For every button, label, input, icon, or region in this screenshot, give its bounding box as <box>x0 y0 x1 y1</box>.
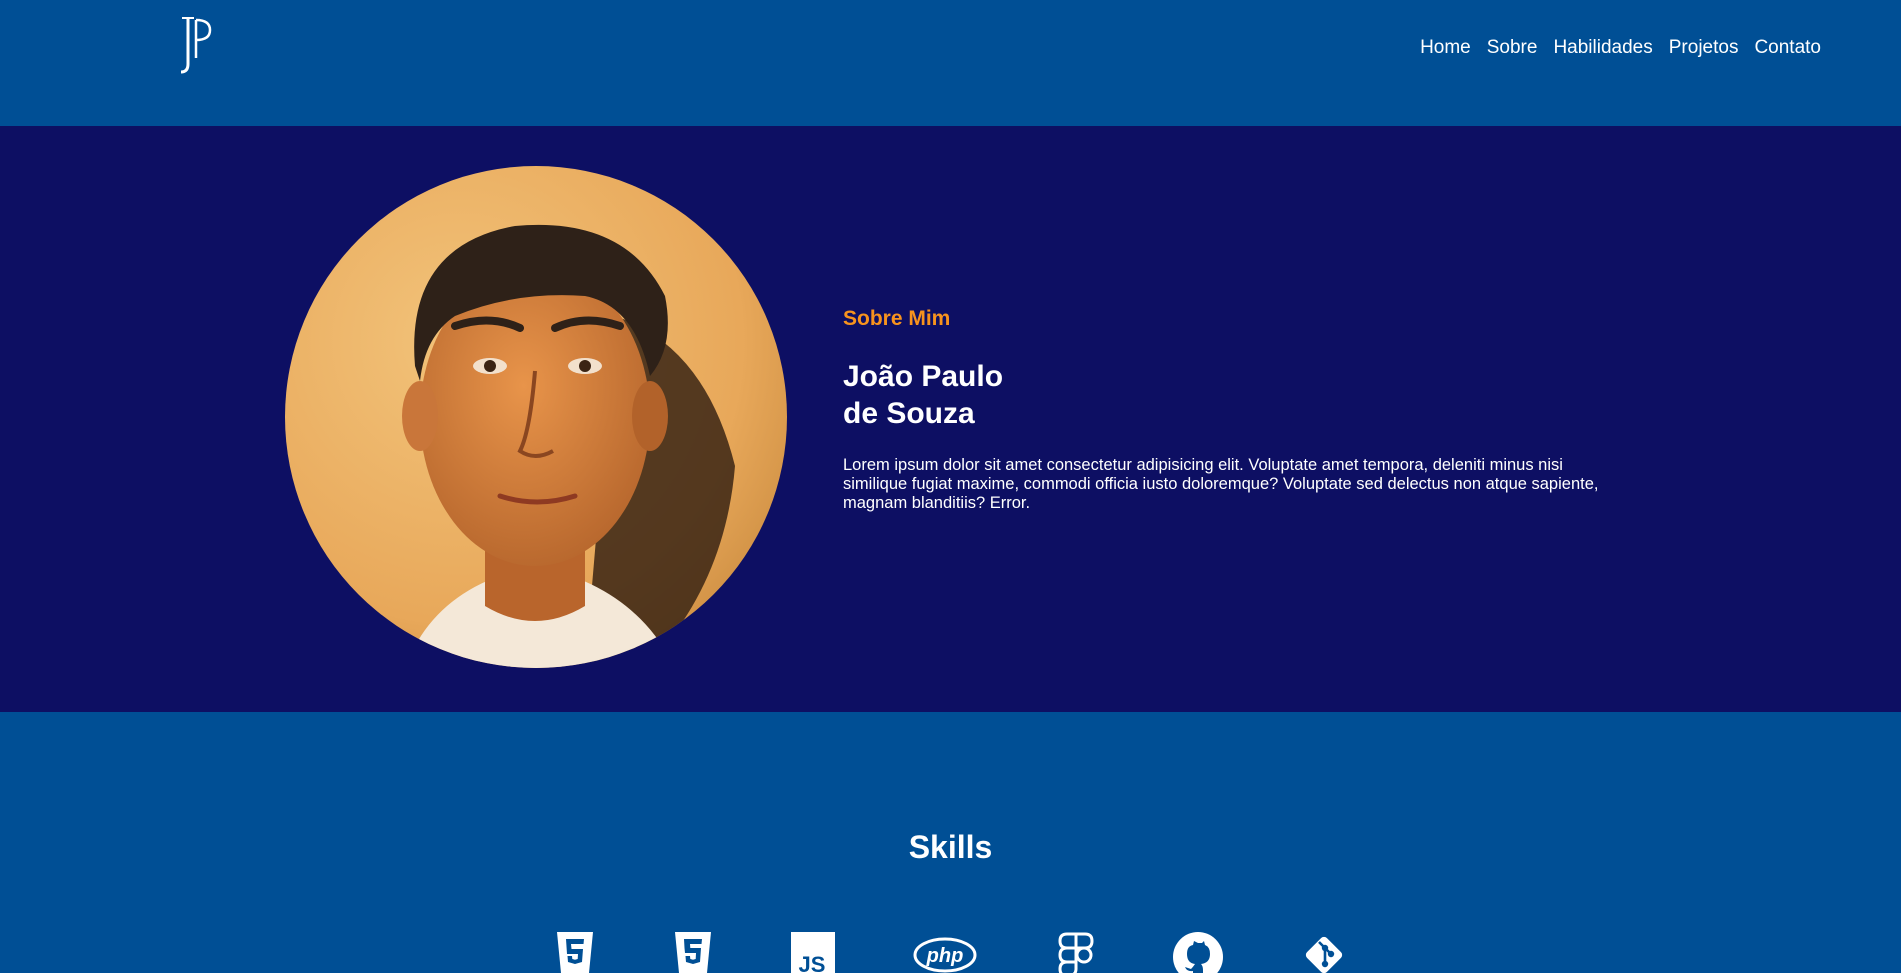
skills-title: Skills <box>908 829 993 865</box>
name-line-2: de Souza <box>843 397 975 430</box>
main-nav: Home Sobre Habilidades Projetos Contato <box>1420 36 1821 60</box>
skills-icon-row: JS php <box>555 932 1355 973</box>
nav-contato-link[interactable]: Contato <box>1754 36 1821 60</box>
name-line-1: João Paulo <box>843 360 1004 393</box>
js-text: JS <box>799 952 826 973</box>
about-description: Lorem ipsum dolor sit amet consectetur a… <box>843 456 1599 512</box>
jp-logo-icon[interactable] <box>176 14 216 76</box>
github-icon <box>1173 932 1223 973</box>
skills-section: Skills JS php <box>0 712 1901 973</box>
figma-icon <box>1057 932 1095 973</box>
site-header: Home Sobre Habilidades Projetos Contato <box>0 0 1901 126</box>
about-section: Sobre Mim João Paulo de Souza Lorem ipsu… <box>0 126 1901 712</box>
about-text-block: Sobre Mim João Paulo de Souza Lorem ipsu… <box>843 306 1623 513</box>
nav-home-link[interactable]: Home <box>1420 36 1471 60</box>
profile-photo <box>285 166 787 668</box>
php-text: php <box>926 945 964 967</box>
css3-icon <box>673 932 713 973</box>
nav-projetos-link[interactable]: Projetos <box>1669 36 1739 60</box>
javascript-icon: JS <box>791 932 835 973</box>
php-icon: php <box>913 932 977 973</box>
about-section-label: Sobre Mim <box>843 307 951 330</box>
about-name-heading: João Paulo de Souza <box>843 358 1083 432</box>
html5-icon <box>555 932 595 973</box>
git-icon <box>1301 932 1347 973</box>
nav-habilidades-link[interactable]: Habilidades <box>1553 36 1652 60</box>
nav-sobre-link[interactable]: Sobre <box>1487 36 1538 60</box>
